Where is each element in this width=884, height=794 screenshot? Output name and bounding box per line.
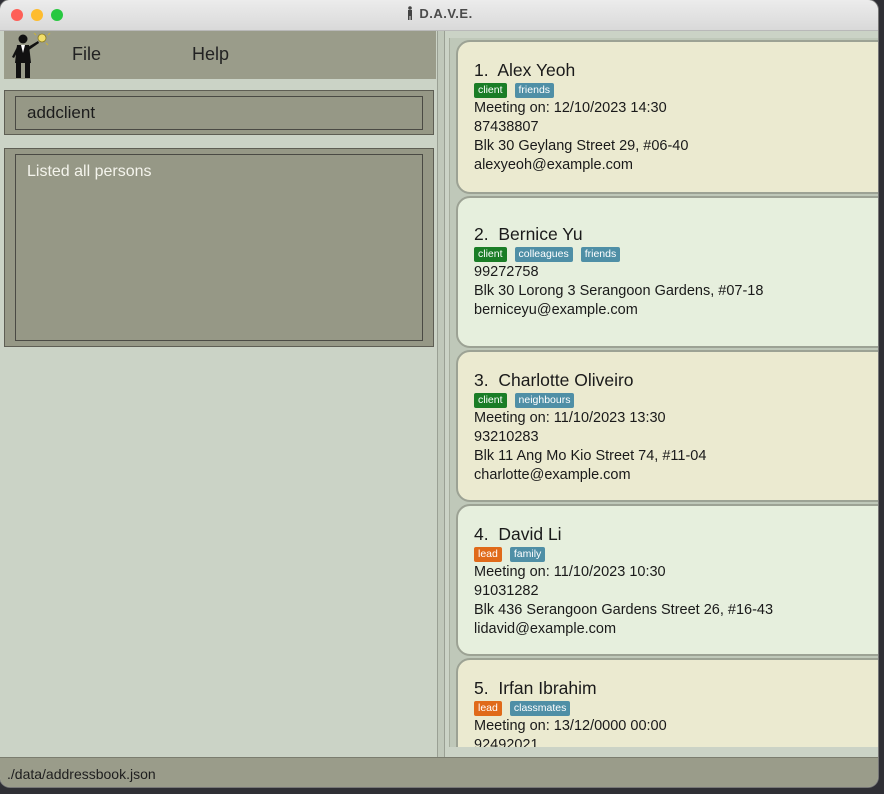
tag-list: client colleagues friends bbox=[474, 247, 621, 262]
phone: 87438807 bbox=[474, 119, 539, 135]
person-name: 3. Charlotte Oliveiro bbox=[474, 370, 634, 390]
address: Blk 436 Serangoon Gardens Street 26, #16… bbox=[474, 602, 774, 618]
person-card[interactable]: 3. Charlotte Oliveiro client neighbours … bbox=[456, 350, 878, 502]
split-pane-divider[interactable] bbox=[437, 31, 445, 757]
tag-list: client neighbours bbox=[474, 393, 575, 408]
address: Blk 11 Ang Mo Kio Street 74, #11-04 bbox=[474, 448, 707, 464]
meeting-time: Meeting on: 11/10/2023 10:30 bbox=[474, 564, 666, 580]
phone: 92492021 bbox=[474, 737, 539, 747]
email: alexyeoh@example.com bbox=[474, 157, 633, 173]
person-name: 4. David Li bbox=[474, 524, 562, 544]
person-list-panel: 1. Alex Yeoh client friends Meeting on: … bbox=[445, 31, 878, 757]
app-window: D.A.V.E. File Help Listed all persons bbox=[0, 0, 878, 787]
person-card[interactable]: 1. Alex Yeoh client friends Meeting on: … bbox=[456, 40, 878, 194]
tag-lead: lead bbox=[474, 547, 502, 562]
tag-lead: lead bbox=[474, 701, 502, 716]
phone: 93210283 bbox=[474, 429, 539, 445]
butler-logo-icon bbox=[12, 33, 51, 78]
status-bar: ./data/addressbook.json bbox=[0, 757, 878, 787]
tag-client: client bbox=[474, 83, 507, 98]
save-location: ./data/addressbook.json bbox=[7, 766, 156, 782]
phone: 91031282 bbox=[474, 583, 539, 599]
person-name: 2. Bernice Yu bbox=[474, 224, 583, 244]
person-name: 1. Alex Yeoh bbox=[474, 60, 576, 80]
menu-help[interactable]: Help bbox=[192, 44, 229, 65]
tag-list: lead family bbox=[474, 547, 546, 562]
tag-friends: friends bbox=[580, 247, 621, 262]
tag-client: client bbox=[474, 393, 507, 408]
left-panel: File Help Listed all persons bbox=[0, 31, 438, 757]
result-text[interactable]: Listed all persons bbox=[15, 154, 423, 341]
email: lidavid@example.com bbox=[474, 621, 617, 637]
window-title-text: D.A.V.E. bbox=[419, 6, 473, 21]
person-list[interactable]: 1. Alex Yeoh client friends Meeting on: … bbox=[449, 38, 878, 747]
tag-list: client friends bbox=[474, 83, 555, 98]
title-bar: D.A.V.E. bbox=[0, 0, 878, 31]
person-name: 5. Irfan Ibrahim bbox=[474, 678, 597, 698]
tag-client: client bbox=[474, 247, 507, 262]
result-display: Listed all persons bbox=[4, 148, 434, 347]
email: berniceyu@example.com bbox=[474, 302, 638, 318]
tag-family: family bbox=[509, 547, 546, 562]
command-input[interactable] bbox=[15, 96, 423, 130]
meeting-time: Meeting on: 11/10/2023 13:30 bbox=[474, 410, 666, 426]
person-card[interactable]: 5. Irfan Ibrahim lead classmates Meeting… bbox=[456, 658, 878, 747]
person-card[interactable]: 2. Bernice Yu client colleagues friends … bbox=[456, 196, 878, 348]
app-icon bbox=[408, 6, 413, 20]
menu-bar: File Help bbox=[4, 31, 436, 79]
person-card[interactable]: 4. David Li lead family Meeting on: 11/1… bbox=[456, 504, 878, 656]
meeting-time: Meeting on: 12/10/2023 14:30 bbox=[474, 100, 667, 116]
phone: 99272758 bbox=[474, 264, 539, 280]
tag-friends: friends bbox=[514, 83, 555, 98]
window-title: D.A.V.E. bbox=[0, 6, 878, 21]
tag-neighbours: neighbours bbox=[514, 393, 575, 408]
address: Blk 30 Lorong 3 Serangoon Gardens, #07-1… bbox=[474, 283, 764, 299]
menu-file[interactable]: File bbox=[72, 44, 101, 65]
meeting-time: Meeting on: 13/12/0000 00:00 bbox=[474, 718, 667, 734]
tag-colleagues: colleagues bbox=[514, 247, 573, 262]
command-box bbox=[4, 90, 434, 135]
tag-classmates: classmates bbox=[509, 701, 571, 716]
email: charlotte@example.com bbox=[474, 467, 631, 483]
address: Blk 30 Geylang Street 29, #06-40 bbox=[474, 138, 689, 154]
tag-list: lead classmates bbox=[474, 701, 571, 716]
